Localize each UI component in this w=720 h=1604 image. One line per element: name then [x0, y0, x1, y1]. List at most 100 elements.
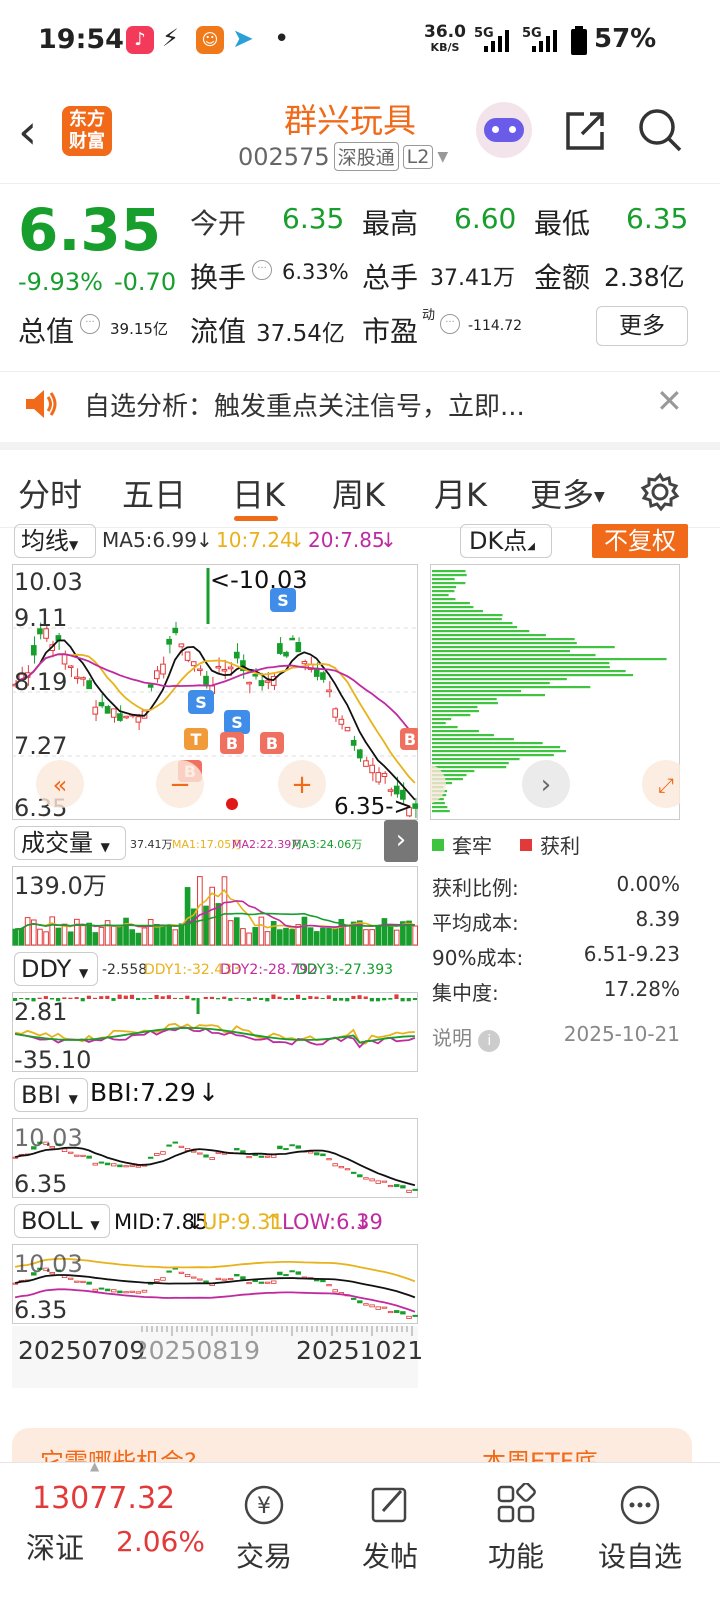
ddy-bar	[332, 998, 338, 1001]
volume-bar	[215, 903, 222, 946]
caret-down-icon: ▼	[594, 489, 605, 505]
ddy-bar	[166, 995, 171, 999]
index-value[interactable]: 13077.32	[32, 1481, 175, 1516]
open-value: 6.35	[282, 202, 345, 235]
chevron-right-icon[interactable]: ›	[384, 820, 418, 862]
kline-main-chart[interactable]: 10.03 9.11 8.19 7.27 6.35 <-10.03 6.35->…	[12, 564, 418, 820]
ddy-bar	[295, 994, 301, 999]
settings-gear-icon[interactable]	[640, 472, 680, 512]
mini-candle	[80, 1280, 86, 1283]
more-dots-icon[interactable]: ···	[80, 314, 100, 334]
ma-selector[interactable]: 均线▼	[14, 524, 96, 558]
volume-bar	[24, 917, 31, 946]
nav-functions[interactable]: 功能	[456, 1482, 576, 1575]
mini-candle	[332, 1289, 338, 1293]
dk-point-selector[interactable]: DK点◢	[460, 524, 552, 558]
tab-fenshi[interactable]: 分时	[18, 470, 82, 516]
candle-body	[277, 643, 283, 654]
chip-bar	[432, 726, 458, 729]
tab-more[interactable]: 更多▼	[530, 470, 605, 516]
chip-distribution-chart[interactable]: ‹ › ⤢	[430, 564, 680, 820]
mini-candle	[111, 1163, 117, 1167]
search-icon[interactable]	[636, 106, 684, 154]
ddy-bar	[203, 996, 208, 999]
mini-candle	[277, 1271, 283, 1276]
status-time: 19:54	[38, 24, 124, 55]
mini-candle	[283, 1148, 289, 1151]
volume-bar	[252, 927, 259, 946]
mini-candle	[289, 1270, 295, 1273]
mini-candle	[184, 1273, 191, 1278]
chip-stat-value: 8.39	[635, 907, 680, 931]
ai-assistant-avatar[interactable]	[476, 102, 532, 158]
candle-body	[301, 661, 308, 665]
volume-bar	[301, 916, 308, 946]
volume-bar	[178, 923, 185, 946]
legend-trapped: 套牢	[452, 834, 492, 858]
app-icon: ⚡	[162, 24, 179, 52]
bbi-value: BBI:7.29	[90, 1078, 196, 1107]
boll-selector[interactable]: BOLL ▼	[14, 1204, 110, 1238]
ddy-selector[interactable]: DDY ▼	[14, 952, 98, 986]
more-button[interactable]: 更多	[596, 306, 688, 346]
bbi-selector[interactable]: BBI ▼	[14, 1078, 88, 1112]
turnover-label: 换手	[190, 261, 247, 294]
tab-five-day[interactable]: 五日	[122, 470, 186, 516]
mini-candle	[166, 1270, 172, 1273]
mini-candle	[326, 1158, 332, 1161]
more-dots-icon[interactable]: ···	[252, 260, 272, 280]
high-value: 6.60	[454, 202, 517, 235]
chevron-down-icon[interactable]: ▼	[437, 149, 448, 165]
volume-bar	[363, 929, 369, 946]
ddy-bottom-label: -35.10	[14, 1046, 91, 1072]
sell-signal-label: S	[195, 693, 207, 712]
boll-chart[interactable]: 10.03 6.35	[12, 1244, 418, 1324]
mini-candle	[86, 1281, 92, 1285]
volume-bar	[141, 927, 148, 946]
vol-indicator-selector[interactable]: 成交量 ▼	[14, 826, 126, 860]
tab-daily-k[interactable]: 日K	[232, 470, 285, 516]
mini-candle	[295, 1145, 302, 1149]
ddy-chart[interactable]: 2.81 -35.10	[12, 992, 418, 1072]
ddy-bar	[363, 996, 368, 999]
more-dots-icon[interactable]: ···	[440, 314, 460, 334]
candle-body	[283, 651, 289, 657]
chip-stat-value: 17.28%	[603, 977, 680, 1001]
nav-add-watchlist[interactable]: 设自选	[580, 1483, 700, 1575]
tab-monthly-k[interactable]: 月K	[434, 470, 487, 516]
no-adjust-button[interactable]: 不复权	[592, 524, 688, 558]
tab-weekly-k[interactable]: 周K	[332, 470, 385, 516]
volume-bar	[344, 924, 351, 946]
candle-body	[326, 689, 332, 693]
volume-chart[interactable]: 139.0万	[12, 866, 418, 946]
ddy-bar	[240, 998, 245, 1000]
ddy-bar	[148, 998, 153, 1000]
tab-more-label: 更多	[530, 476, 595, 514]
mini-candle	[234, 1148, 240, 1151]
bbi-chart[interactable]: 10.03 6.35	[12, 1118, 418, 1198]
notice-text: 自选分析：触发重点关注信号，立即...	[84, 392, 525, 422]
chip-bar	[432, 606, 474, 609]
nav-trade[interactable]: ¥ 交易	[204, 1483, 324, 1575]
mini-candle	[147, 1156, 154, 1159]
ddy-bar	[179, 998, 184, 1000]
nav-post[interactable]: 发帖	[330, 1483, 450, 1575]
mini-candle	[252, 1280, 258, 1283]
candle-body	[227, 666, 234, 670]
chip-note[interactable]: 说明 i	[432, 1022, 501, 1057]
promo-banner[interactable]: 它需哪些机会? 本周ETF底	[12, 1428, 692, 1462]
ddy-bar	[142, 998, 147, 1000]
volume-bar	[18, 927, 25, 946]
bbi-selector-label: BBI	[21, 1081, 62, 1109]
volume-bar	[135, 932, 142, 946]
notice-bar[interactable]: 自选分析：触发重点关注信号，立即... ✕	[0, 372, 720, 450]
double-chevron-left-icon: «	[53, 771, 68, 799]
share-icon[interactable]	[562, 108, 608, 154]
candle-body	[344, 726, 351, 732]
candle-body	[104, 706, 111, 714]
mini-candle	[369, 1178, 375, 1182]
candle-body	[98, 702, 105, 707]
ddy-bar	[117, 994, 122, 999]
bottom-nav: ▲ 13077.32 深证 2.06% ¥ 交易 发帖 功能 设自选	[0, 1459, 720, 1604]
close-icon[interactable]: ✕	[656, 382, 683, 420]
